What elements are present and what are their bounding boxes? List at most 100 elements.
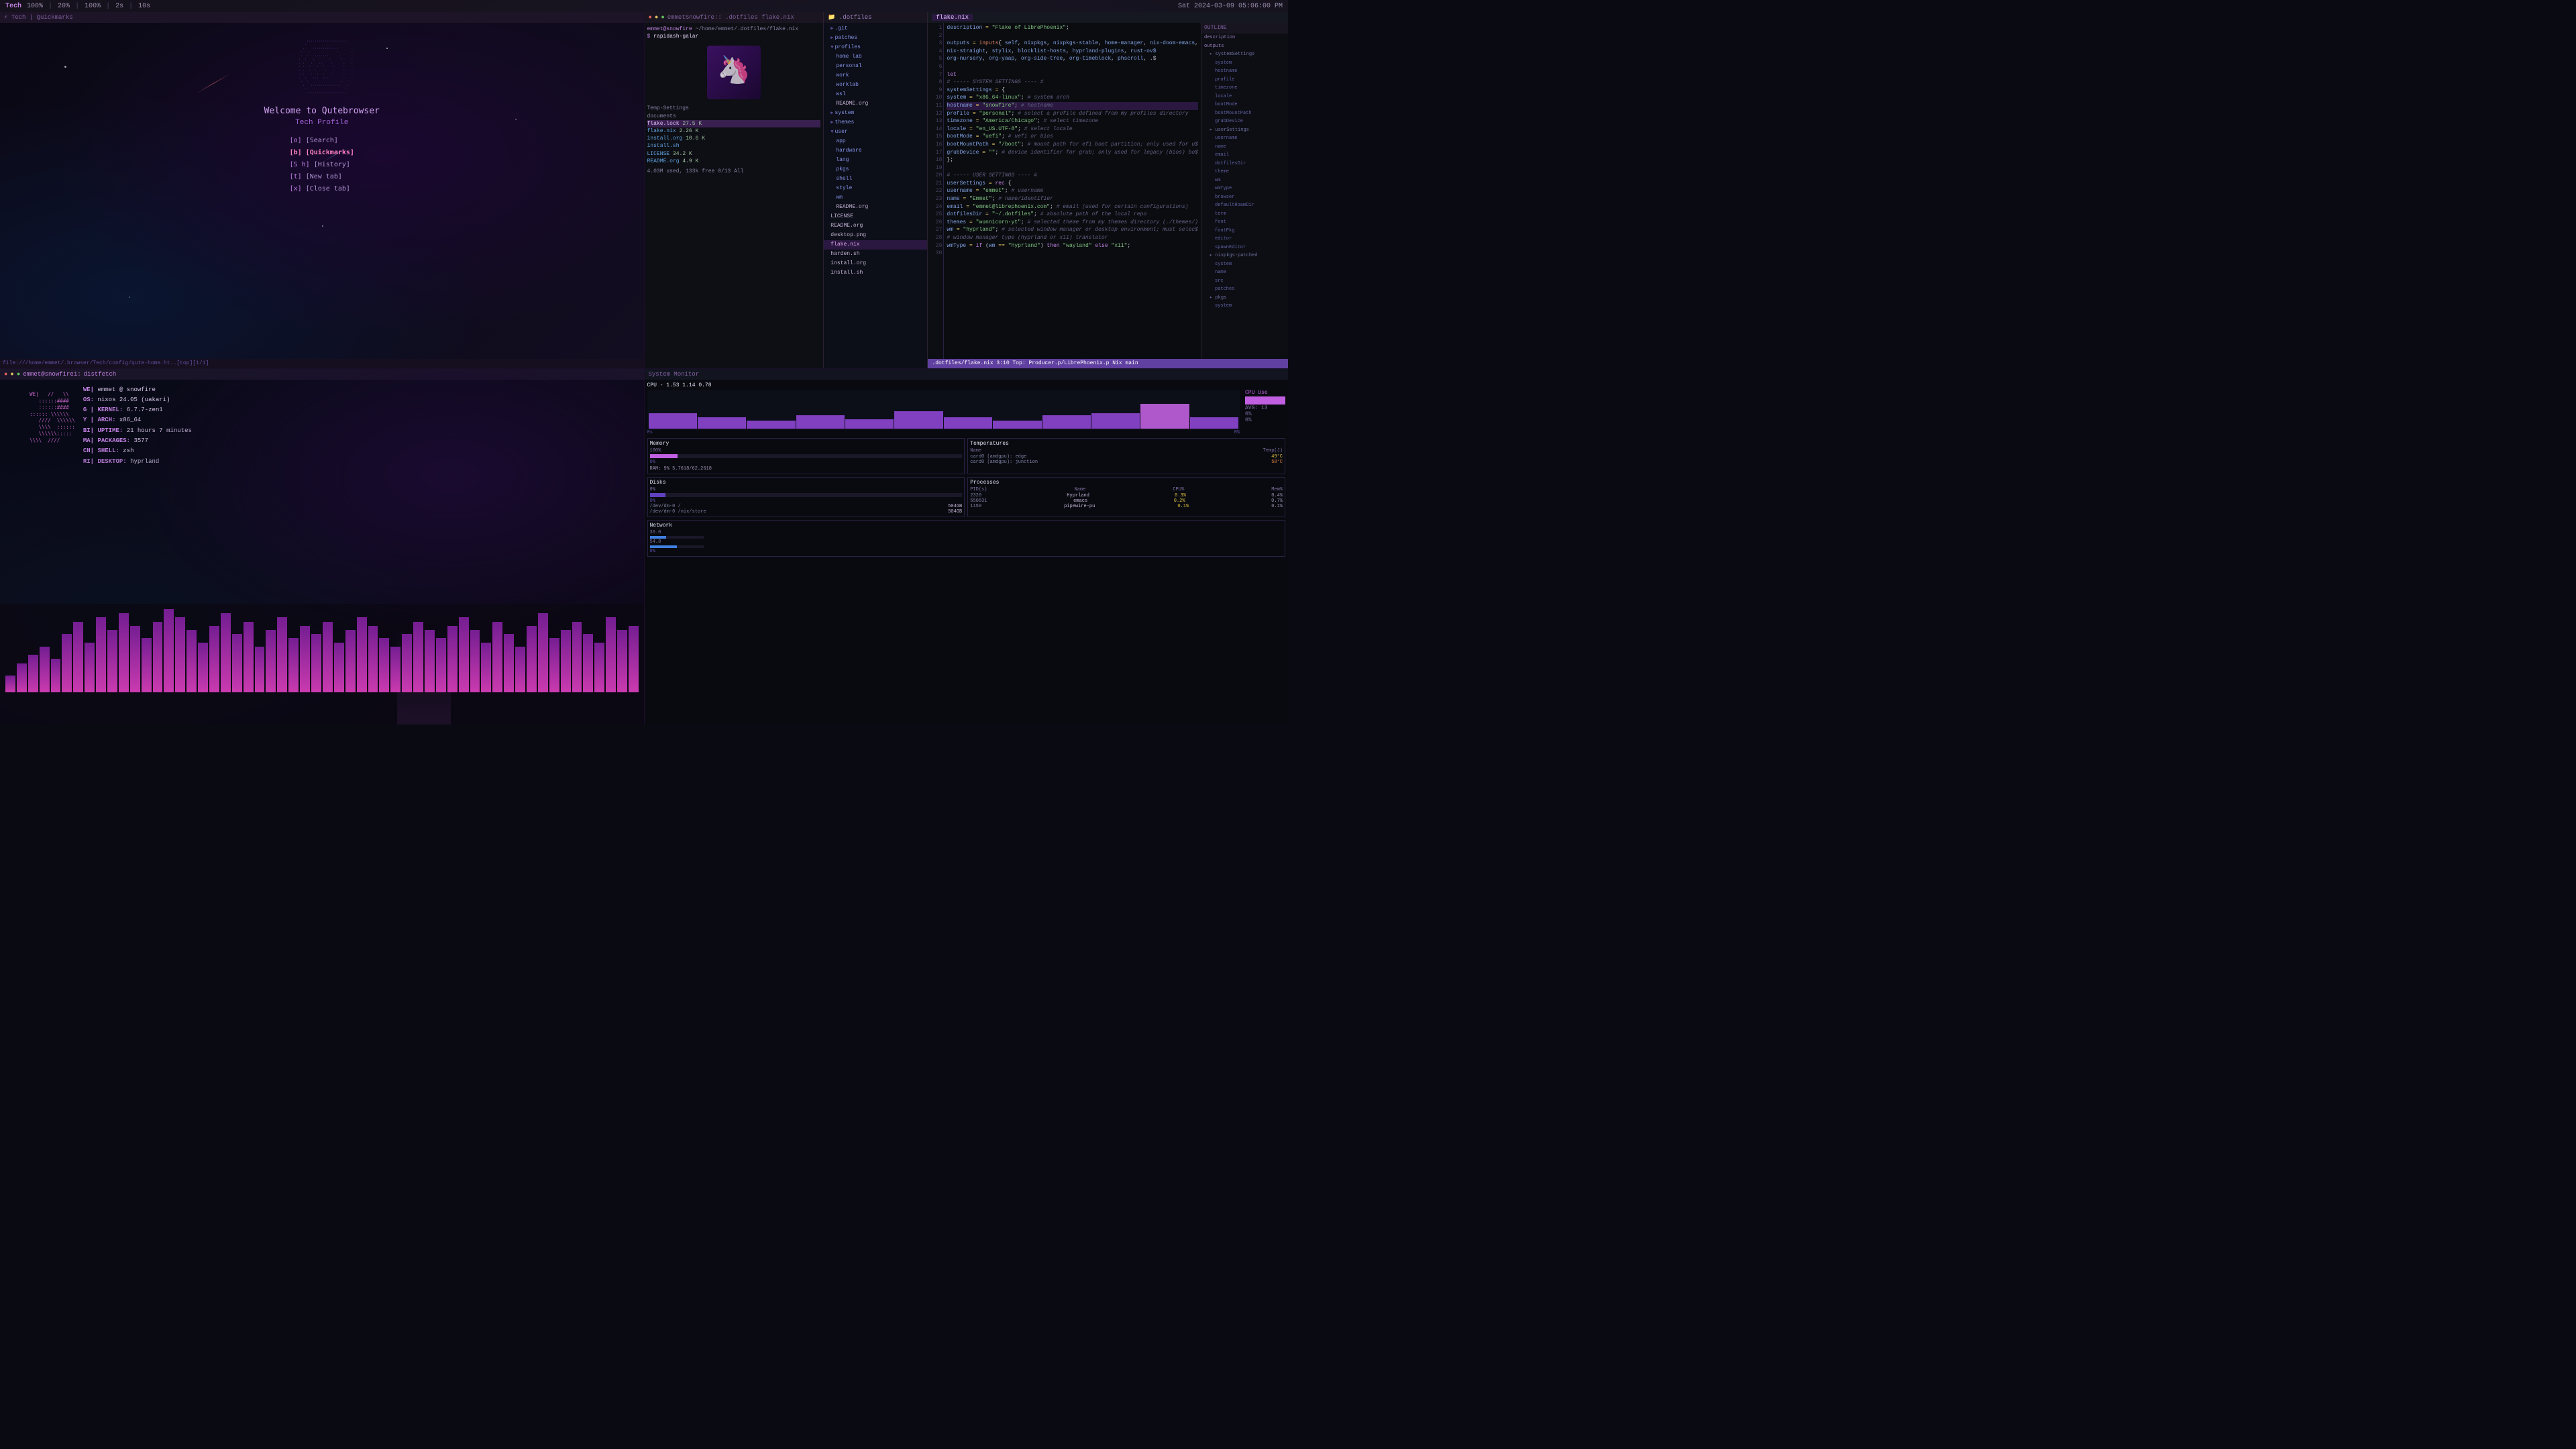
sysmon-titlebar: System Monitor xyxy=(645,369,1289,380)
tree-item[interactable]: LICENSE xyxy=(824,212,927,221)
vis-bar xyxy=(232,634,242,692)
vis-bar xyxy=(255,647,265,692)
outline-font[interactable]: font xyxy=(1201,218,1288,227)
outline-browser[interactable]: browser xyxy=(1201,193,1288,202)
process-row: 550631 emacs 0.2% 0.7% xyxy=(970,498,1283,504)
outline-nixpkgs-src[interactable]: src xyxy=(1201,277,1288,286)
vis-bar xyxy=(5,676,15,692)
vis-bar xyxy=(368,626,378,692)
outline-nixpkgs-name[interactable]: name xyxy=(1201,268,1288,277)
statusbar-battery: 100% xyxy=(27,3,43,10)
tree-item[interactable]: ▶system xyxy=(824,109,927,118)
tree-item[interactable]: home lab xyxy=(824,52,927,62)
outline-timezone[interactable]: timezone xyxy=(1201,84,1288,93)
tree-item[interactable]: pkgs xyxy=(824,165,927,174)
outline-wm[interactable]: wm xyxy=(1201,176,1288,185)
outline-pkgs[interactable]: ▸ pkgs xyxy=(1201,294,1288,303)
menu-search[interactable]: [o] [Search] xyxy=(290,135,354,147)
menu-newtab[interactable]: [t] [New tab] xyxy=(290,171,354,183)
outline-nixpkgs-patches[interactable]: patches xyxy=(1201,285,1288,294)
disk-row: /dev/dm-0 / 504GB xyxy=(650,504,963,509)
outline-email[interactable]: email xyxy=(1201,151,1288,160)
tree-item-selected[interactable]: flake.nix xyxy=(824,240,927,250)
outline-wmtype[interactable]: wmType xyxy=(1201,184,1288,193)
tree-item[interactable]: ▶.git xyxy=(824,24,927,34)
outline-usersettings[interactable]: ▸ userSettings xyxy=(1201,126,1288,135)
outline-bootmode[interactable]: bootMode xyxy=(1201,101,1288,109)
editor-tab[interactable]: flake.nix xyxy=(932,14,973,21)
vis-bar xyxy=(221,613,231,692)
tree-item[interactable]: README.org xyxy=(824,203,927,212)
outline-bootmountpath[interactable]: bootMountPath xyxy=(1201,109,1288,118)
vis-bar xyxy=(561,630,571,692)
tree-item[interactable]: shell xyxy=(824,174,927,184)
tree-item[interactable]: app xyxy=(824,137,927,146)
tree-item[interactable]: ▶themes xyxy=(824,118,927,127)
outline-name[interactable]: name xyxy=(1201,143,1288,152)
outline-nixpkgs-patched[interactable]: ▸ nixpkgs-patched xyxy=(1201,252,1288,260)
tree-item[interactable]: style xyxy=(824,184,927,193)
vis-bar xyxy=(164,609,174,692)
menu-history[interactable]: [S h] [History] xyxy=(290,159,354,171)
tree-item[interactable]: ▼user xyxy=(824,127,927,137)
browser-subtitle: Tech Profile xyxy=(295,119,348,127)
outline-pkgs-system[interactable]: system xyxy=(1201,302,1288,311)
vis-bar xyxy=(436,638,446,692)
tree-item[interactable]: work xyxy=(824,71,927,80)
outline-locale[interactable]: locale xyxy=(1201,93,1288,101)
tree-item[interactable]: wm xyxy=(824,193,927,203)
outline-grubdevice[interactable]: grubDevice xyxy=(1201,117,1288,126)
tree-item[interactable]: lang xyxy=(824,156,927,165)
tree-item[interactable]: install.sh xyxy=(824,268,927,278)
tree-item[interactable]: worklab xyxy=(824,80,927,90)
outline-nixpkgs-system[interactable]: system xyxy=(1201,260,1288,269)
cpu-chart xyxy=(647,390,1240,430)
tree-item[interactable]: wsl xyxy=(824,90,927,99)
tree-item[interactable]: install.org xyxy=(824,259,927,268)
outline-systemsettings[interactable]: ▸ systemSettings xyxy=(1201,50,1288,59)
vis-bar xyxy=(288,638,299,692)
vis-bar xyxy=(300,626,310,692)
outline-dotfilesdir[interactable]: dotfilesDir xyxy=(1201,160,1288,168)
outline-editor[interactable]: editor xyxy=(1201,235,1288,244)
tree-item[interactable]: README.org xyxy=(824,221,927,231)
statusbar-volume: 100% xyxy=(85,3,101,10)
vis-bar xyxy=(345,630,356,692)
menu-closetab[interactable]: [x] [Close tab] xyxy=(290,183,354,195)
vis-bar xyxy=(379,638,389,692)
memory-title: Memory xyxy=(650,441,963,447)
menu-quickmarks[interactable]: [b] [Quickmarks] xyxy=(290,147,354,159)
outline-fontpkg[interactable]: fontPkg xyxy=(1201,227,1288,235)
filetree-section: 📁 .dotfiles ▶.git ▶patches ▼profiles hom… xyxy=(824,12,928,368)
outline-description[interactable]: description xyxy=(1201,34,1288,42)
outline-spawneditor[interactable]: spawnEditor xyxy=(1201,244,1288,252)
tree-item[interactable]: ▶patches xyxy=(824,34,927,43)
memory-box: Memory 100% 0% RAM: 9% 5.7618/62.2618 xyxy=(647,438,965,474)
editor-titlebar: flake.nix xyxy=(928,12,1288,23)
vis-bar xyxy=(277,617,287,692)
temp-row: card0 (amdgpu): junction 58°C xyxy=(970,460,1283,465)
tree-item[interactable]: hardware xyxy=(824,146,927,156)
filetree-body: ▶.git ▶patches ▼profiles home lab person… xyxy=(824,23,927,368)
outline-username[interactable]: username xyxy=(1201,134,1288,143)
vis-bar xyxy=(209,626,219,692)
pixel-art-area: 🦄 xyxy=(707,46,761,99)
outline-outputs[interactable]: outputs xyxy=(1201,42,1288,51)
vis-bar xyxy=(311,634,321,692)
outline-profile[interactable]: profile xyxy=(1201,76,1288,85)
tree-item[interactable]: ▼profiles xyxy=(824,43,927,52)
disk-bar-wrap xyxy=(650,493,963,497)
tree-item[interactable]: personal xyxy=(824,62,927,71)
outline-system[interactable]: system xyxy=(1201,59,1288,68)
vis-bar xyxy=(153,622,163,692)
tree-item[interactable]: desktop.png xyxy=(824,231,927,240)
tree-item[interactable]: harden.sh xyxy=(824,250,927,259)
outline-defaultroamdir[interactable]: defaultRoamDir xyxy=(1201,201,1288,210)
vis-bar xyxy=(175,617,185,692)
vis-bar xyxy=(617,630,627,692)
outline-hostname[interactable]: hostname xyxy=(1201,67,1288,76)
tree-item[interactable]: README.org xyxy=(824,99,927,109)
outline-term[interactable]: term xyxy=(1201,210,1288,219)
outline-theme[interactable]: theme xyxy=(1201,168,1288,176)
vis-bar xyxy=(119,613,129,692)
